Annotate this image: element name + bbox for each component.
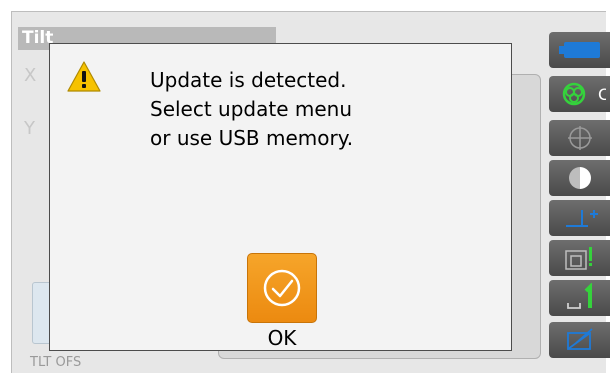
axis-y-label: Y xyxy=(24,118,35,139)
tool-battery[interactable] xyxy=(549,32,610,68)
axis-x-label: X xyxy=(24,65,37,86)
level-one-icon xyxy=(566,283,592,309)
ok-button[interactable] xyxy=(247,253,317,323)
update-dialog: Update is detected. Select update menu o… xyxy=(49,43,512,351)
tool-half-circle[interactable] xyxy=(549,160,610,196)
tool-reticle[interactable] xyxy=(549,120,610,156)
warning-icon xyxy=(67,61,101,92)
tool-partial-label: C xyxy=(598,85,606,104)
message-line-2: Select update menu xyxy=(150,97,353,121)
message-line-3: or use USB memory. xyxy=(150,126,354,150)
tool-tilt-warning[interactable] xyxy=(549,240,610,276)
battery-icon xyxy=(558,42,600,58)
reticle-icon xyxy=(567,126,592,150)
height-offset-icon xyxy=(565,210,598,227)
dialog-message: Update is detected. Select update menu o… xyxy=(150,66,353,153)
tilt-warning-icon xyxy=(564,247,592,270)
tool-target[interactable]: C xyxy=(549,76,610,112)
footer-softkeys: TLT OFS xyxy=(30,355,82,370)
half-circle-icon xyxy=(568,167,591,189)
ok-label[interactable]: OK xyxy=(247,326,317,350)
message-line-1: Update is detected. xyxy=(150,68,347,92)
tool-pen-edit[interactable] xyxy=(549,322,610,358)
pen-edit-icon xyxy=(566,328,593,350)
checkmark-icon xyxy=(263,269,301,307)
tool-level-one[interactable] xyxy=(549,280,610,316)
warning-icon-wrap xyxy=(66,60,102,97)
laser-target-icon: C xyxy=(562,82,606,106)
tool-height-offset[interactable] xyxy=(549,200,610,236)
